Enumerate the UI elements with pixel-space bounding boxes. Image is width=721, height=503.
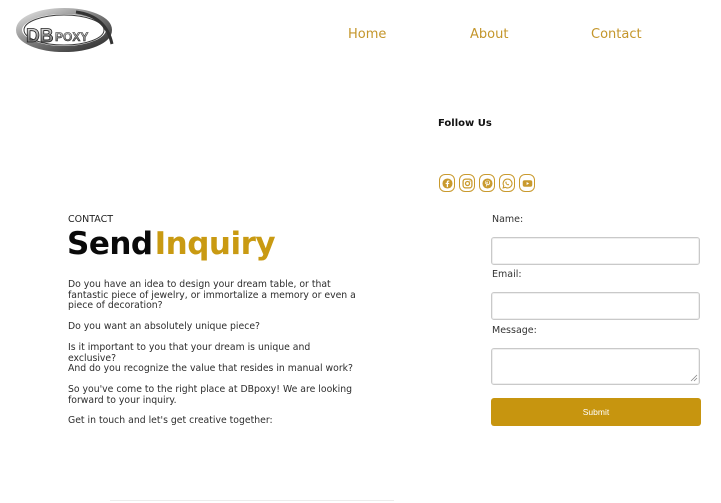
youtube-icon[interactable] — [519, 174, 535, 192]
intro-paragraph-1: Do you have an idea to design your dream… — [68, 279, 356, 311]
name-field[interactable] — [491, 237, 700, 265]
email-field[interactable] — [491, 292, 700, 320]
name-label: Name: — [492, 214, 524, 225]
intro-paragraph-5: So you've come to the right place at DBp… — [68, 384, 353, 406]
intro-paragraph-6: Get in touch and let's get creative toge… — [68, 415, 273, 426]
footer-divider — [110, 500, 394, 501]
email-label: Email: — [492, 269, 522, 280]
svg-text:POXY: POXY — [55, 30, 88, 44]
intro-paragraph-4: And do you recognize the value that resi… — [68, 363, 353, 374]
resize-handle-icon[interactable] — [690, 374, 698, 382]
whatsapp-icon[interactable] — [499, 174, 515, 192]
nav-home[interactable]: Home — [348, 27, 386, 42]
social-icons — [439, 174, 535, 192]
instagram-icon[interactable] — [459, 174, 475, 192]
dbpoxy-logo[interactable]: DB POXY — [14, 6, 118, 58]
headline-word-inquiry: Inquiry — [154, 226, 276, 262]
facebook-icon[interactable] — [439, 174, 455, 192]
follow-us-title: Follow Us — [438, 118, 492, 129]
nav-contact[interactable]: Contact — [591, 27, 642, 42]
intro-paragraph-2: Do you want an absolutely unique piece? — [68, 321, 260, 332]
pinterest-icon[interactable] — [479, 174, 495, 192]
intro-paragraph-3: Is it important to you that your dream i… — [68, 342, 311, 364]
headline-word-send: Send — [67, 226, 153, 262]
message-label: Message: — [492, 325, 537, 336]
page-title: SendInquiry — [67, 224, 276, 264]
message-field[interactable] — [491, 348, 700, 385]
submit-button[interactable]: Submit — [491, 398, 701, 426]
svg-text:DB: DB — [26, 26, 53, 47]
nav-about[interactable]: About — [470, 27, 508, 42]
